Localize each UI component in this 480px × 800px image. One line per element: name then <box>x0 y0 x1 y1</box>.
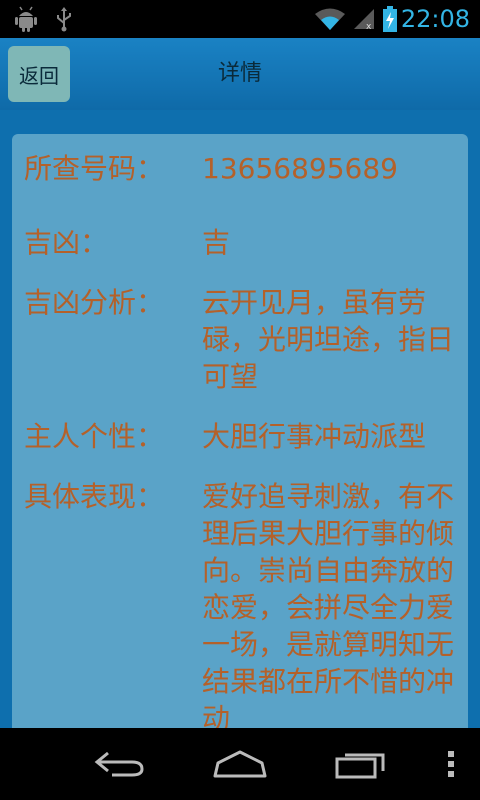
svg-text:x: x <box>366 22 372 31</box>
android-debug-icon <box>12 0 40 38</box>
detail-scroll-view[interactable]: 所查号码： 13656895689 吉凶： 吉 吉凶分析： 云开见月，虽有劳碌，… <box>0 110 480 728</box>
detail-label: 主人个性： <box>24 420 165 453</box>
detail-value: 云开见月，虽有劳碌，光明坦途，指日可望 <box>202 286 455 393</box>
screen: x 22:08 返回 详情 所查号码： 13656895689 吉凶： 吉 吉凶… <box>0 0 480 800</box>
detail-value: 吉 <box>202 226 231 259</box>
battery-charging-icon <box>380 0 400 38</box>
back-button[interactable]: 返回 <box>8 46 70 102</box>
detail-card: 所查号码： 13656895689 吉凶： 吉 吉凶分析： 云开见月，虽有劳碌，… <box>12 134 468 728</box>
status-bar: x 22:08 <box>0 0 480 38</box>
detail-value: 爱好追寻刺激，有不理后果大胆行事的倾向。崇尚自由奔放的恋爱，会拼尽全力爱一场，是… <box>202 480 455 728</box>
page-title: 详情 <box>217 61 262 86</box>
detail-label: 具体表现： <box>24 480 165 513</box>
status-time: 22:08 <box>400 5 470 33</box>
signal-icon: x <box>352 0 376 38</box>
detail-value: 13656895689 <box>202 152 398 185</box>
recents-nav-icon[interactable] <box>320 728 400 800</box>
overflow-menu-icon[interactable] <box>436 728 466 800</box>
detail-label: 吉凶分析： <box>24 286 165 319</box>
navigation-bar <box>0 728 480 800</box>
detail-value: 大胆行事冲动派型 <box>202 420 427 453</box>
usb-icon <box>52 0 76 38</box>
detail-label: 所查号码： <box>24 152 165 185</box>
back-nav-icon[interactable] <box>80 728 160 800</box>
title-bar: 返回 详情 <box>0 38 480 110</box>
detail-label: 吉凶： <box>24 226 109 259</box>
wifi-icon <box>312 0 348 38</box>
home-nav-icon[interactable] <box>200 728 280 800</box>
